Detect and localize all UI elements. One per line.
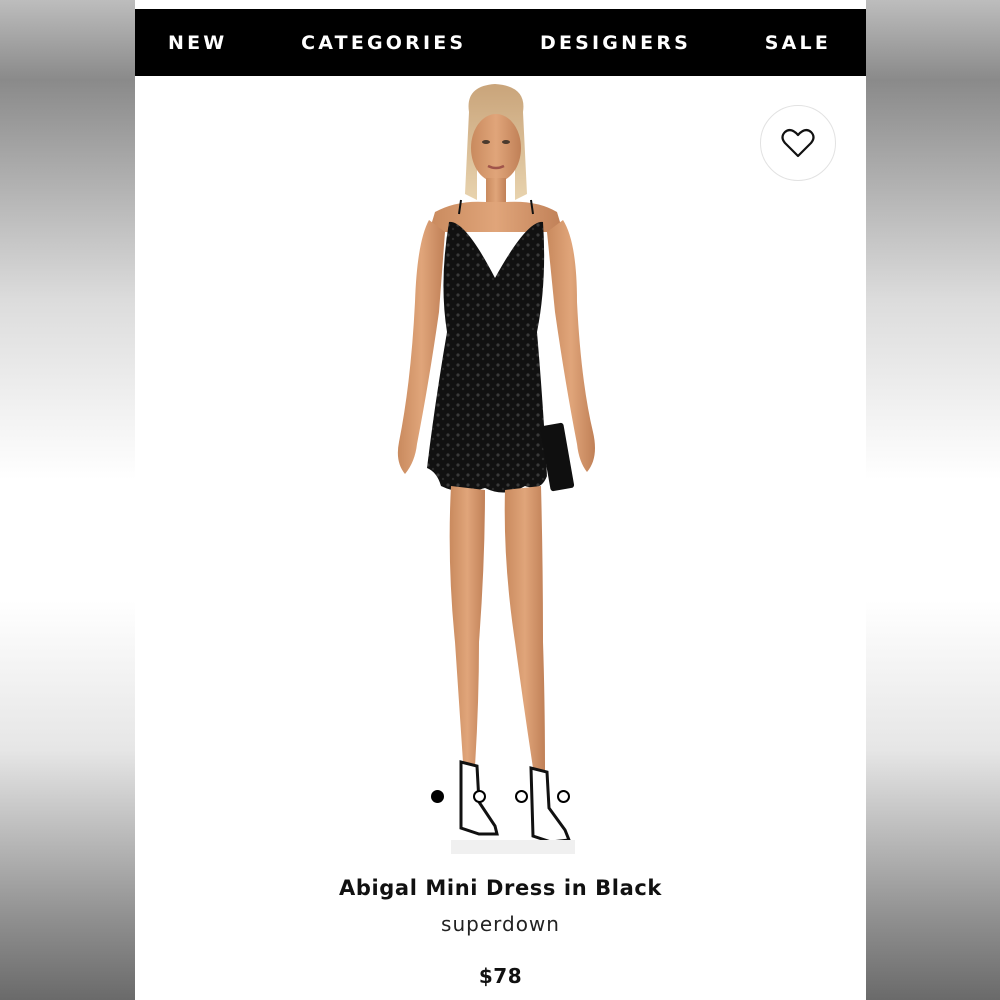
product-brand[interactable]: superdown xyxy=(135,912,866,936)
nav-item-categories[interactable]: CATEGORIES xyxy=(301,32,466,54)
product-title: Abigal Mini Dress in Black xyxy=(339,876,662,900)
carousel-dot-3[interactable] xyxy=(515,790,528,803)
carousel-dot-4[interactable] xyxy=(557,790,570,803)
left-letterbox xyxy=(0,0,135,1000)
favorite-button[interactable] xyxy=(760,105,836,181)
carousel-indicator xyxy=(135,790,866,804)
nav-item-sale[interactable]: SALE xyxy=(765,32,831,54)
product-price: $78 xyxy=(478,964,523,988)
product-image-carousel[interactable] xyxy=(135,76,866,866)
status-strip xyxy=(135,0,866,9)
app-screen: NEW CATEGORIES DESIGNERS SALE Abigal Min… xyxy=(135,0,866,1000)
carousel-dot-1[interactable] xyxy=(431,790,444,803)
heart-outline-icon xyxy=(781,128,815,158)
nav-item-new[interactable]: NEW xyxy=(168,32,227,54)
nav-item-designers[interactable]: DESIGNERS xyxy=(540,32,691,54)
right-letterbox xyxy=(866,0,1000,1000)
product-photo[interactable] xyxy=(365,82,625,862)
top-nav: NEW CATEGORIES DESIGNERS SALE xyxy=(135,9,866,76)
carousel-dot-2[interactable] xyxy=(473,790,486,803)
